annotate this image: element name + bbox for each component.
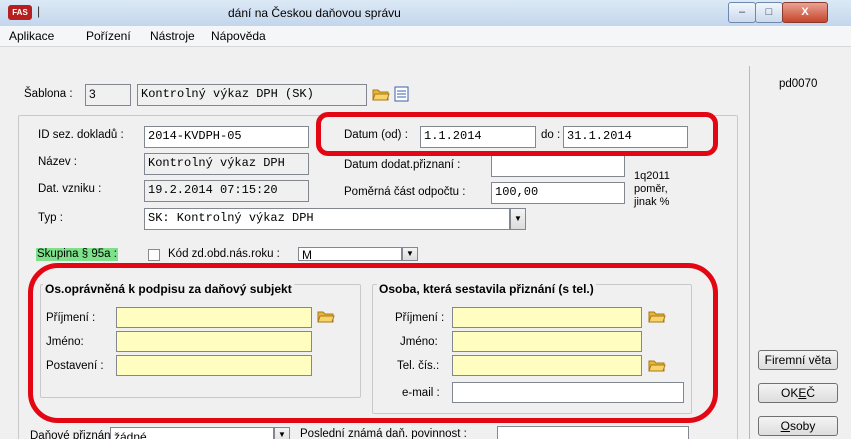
typ-select[interactable]: SK: Kontrolný výkaz DPH (144, 208, 510, 230)
nazev-label: Název : (38, 156, 77, 168)
kod-label: Kód zd.obd.nás.roku : (168, 248, 280, 260)
sablona-number-field[interactable]: 3 (85, 84, 131, 106)
pomer-note-line2: poměr, (634, 183, 668, 195)
menu-porizeni[interactable]: Pořízení (86, 29, 131, 43)
posledni-povinnost-field[interactable] (497, 426, 689, 439)
pomer-field[interactable]: 100,00 (491, 182, 625, 204)
typ-dropdown-button[interactable]: ▼ (510, 208, 526, 230)
id-field[interactable]: 2014-KVDPH-05 (144, 126, 309, 148)
vznik-label: Dat. vzniku : (38, 183, 102, 195)
application-window: FAS | dání na Českou daňovou správu – □ … (0, 0, 851, 439)
minimize-button[interactable]: – (728, 2, 756, 23)
ok-label: OK (780, 386, 799, 400)
pomer-note-line3: jinak % (634, 196, 670, 208)
kod-dropdown-button[interactable]: ▼ (402, 247, 418, 261)
title-separator: | (37, 4, 41, 18)
ok-button[interactable]: OKEČ (758, 383, 838, 403)
posledni-povinnost-label: Poslední známá daň. povinnost : (300, 428, 467, 439)
menu-bar: Aplikace Pořízení Nástroje Nápověda (0, 26, 851, 47)
dodat-label: Datum dodat.přiznaní : (344, 159, 461, 171)
title-bar[interactable]: FAS | dání na Českou daňovou správu – □ … (0, 0, 851, 27)
app-logo-icon: FAS (8, 5, 32, 20)
skupina-checkbox[interactable] (148, 249, 160, 261)
pomer-note-line1: 1q2011 (634, 170, 670, 182)
osoby-label: soby (789, 419, 816, 433)
firemni-veta-button[interactable]: Firemní věta (758, 350, 838, 370)
nazev-field[interactable]: Kontrolný výkaz DPH (144, 153, 309, 175)
menu-napoveda[interactable]: Nápověda (211, 29, 266, 43)
id-label: ID sez. dokladů : (38, 129, 124, 141)
skupina-label: Skupina § 95a : (36, 248, 118, 261)
open-folder-icon[interactable] (372, 86, 390, 102)
date-range-highlight (316, 112, 718, 156)
kod-select[interactable]: M (298, 247, 402, 261)
pomer-label: Poměrná část odpočtu : (344, 186, 466, 198)
sablona-label: Šablona : (24, 88, 73, 100)
osoby-button[interactable]: Osoby (758, 416, 838, 436)
menu-aplikace[interactable]: Aplikace (9, 29, 54, 43)
danove-priznani-select[interactable]: žádné (110, 427, 274, 439)
close-button[interactable]: X (782, 2, 828, 23)
osoby-accel: O (780, 419, 790, 433)
form-code: pd0070 (779, 78, 818, 90)
typ-label: Typ : (38, 212, 63, 224)
menu-nastroje[interactable]: Nástroje (150, 29, 195, 43)
danove-priznani-label: Daňové přiznání : (30, 430, 121, 439)
maximize-button[interactable]: □ (755, 2, 783, 23)
danove-priznani-dropdown-button[interactable]: ▼ (274, 427, 290, 439)
window-title: dání na Českou daňovou správu (228, 6, 401, 20)
sablona-name-field[interactable]: Kontrolný výkaz DPH (SK) (137, 84, 367, 106)
vznik-field[interactable]: 19.2.2014 07:15:20 (144, 180, 309, 202)
persons-highlight (28, 263, 718, 423)
list-icon[interactable] (394, 86, 410, 102)
right-panel-divider (749, 66, 750, 439)
ok-label-end: Č (806, 386, 816, 400)
dodat-field[interactable] (491, 155, 625, 177)
